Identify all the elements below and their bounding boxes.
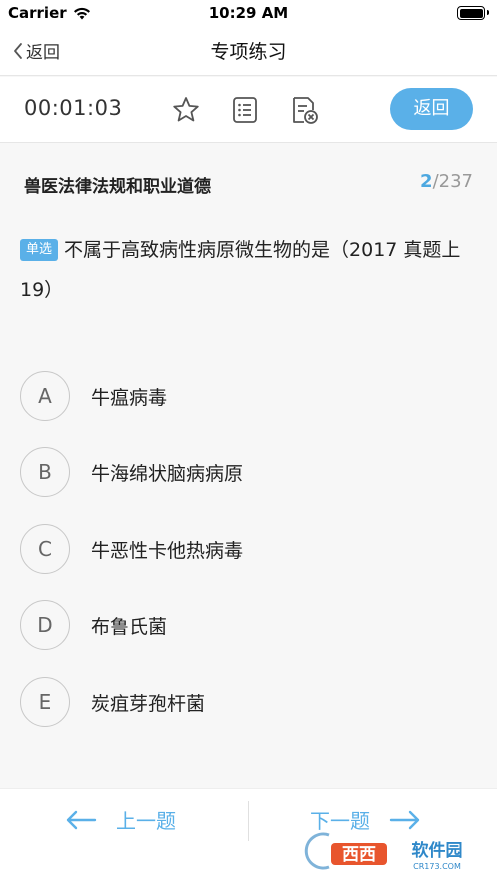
nav-bar: 返回 专项练习 [0, 26, 497, 76]
option-c[interactable]: C 牛恶性卡他热病毒 [20, 523, 460, 575]
option-e[interactable]: E 炭疽芽孢杆菌 [20, 676, 460, 728]
option-text: 炭疽芽孢杆菌 [91, 692, 206, 715]
battery-icon [457, 6, 489, 20]
option-text: 布鲁氏菌 [91, 615, 168, 638]
option-d[interactable]: D 布鲁氏菌 [20, 599, 460, 651]
watermark-brand-text: 西西 [342, 845, 376, 865]
star-icon[interactable] [170, 94, 202, 126]
watermark-text: 软件园 [412, 840, 463, 861]
arrow-left-icon [66, 810, 97, 829]
elapsed-timer: 00:01:03 [24, 96, 123, 120]
watermark-url: CR173.COM [413, 862, 461, 871]
total-questions: /237 [432, 171, 473, 192]
option-letter: E [20, 677, 70, 727]
question-text-block: 单选 不属于高致病性病原微生物的是（2017 真题上 19） [20, 230, 480, 310]
clock: 10:29 AM [208, 4, 289, 22]
question-type-badge: 单选 [20, 239, 59, 261]
option-text: 牛恶性卡他热病毒 [91, 539, 244, 562]
question-progress: 2/237 [420, 171, 473, 192]
option-text: 牛瘟病毒 [91, 386, 168, 409]
bottom-nav: 上一题 下一题 西西 软件园 CR173.COM [0, 788, 497, 883]
clear-record-icon[interactable] [288, 94, 320, 126]
previous-question-button[interactable]: 上一题 [64, 805, 176, 834]
option-letter: A [20, 371, 70, 421]
toolbar: 00:01:03 返回 [0, 77, 497, 143]
question-text: 不属于高致病性病原微生物的是（2017 真题上 19） [20, 239, 461, 301]
option-a[interactable]: A 牛瘟病毒 [20, 370, 460, 422]
option-letter: C [20, 524, 70, 574]
current-question-number: 2 [420, 171, 433, 192]
option-letter: B [20, 447, 70, 497]
option-b[interactable]: B 牛海绵状脑病病原 [20, 446, 460, 498]
watermark-logo: 西西 软件园 CR173.COM [303, 831, 463, 871]
option-text: 牛海绵状脑病病原 [91, 462, 244, 485]
return-button[interactable]: 返回 [390, 88, 473, 130]
page-title: 专项练习 [210, 41, 287, 63]
subject-title: 兽医法律法规和职业道德 [24, 177, 211, 197]
question-panel: 兽医法律法规和职业道德 2/237 单选 不属于高致病性病原微生物的是（2017 … [0, 144, 497, 788]
arrow-right-icon [389, 810, 420, 829]
previous-label: 上一题 [116, 809, 176, 833]
list-icon[interactable] [229, 94, 261, 126]
bottom-divider [248, 801, 249, 841]
option-letter: D [20, 600, 70, 650]
status-bar: Carrier 10:29 AM [0, 0, 497, 26]
